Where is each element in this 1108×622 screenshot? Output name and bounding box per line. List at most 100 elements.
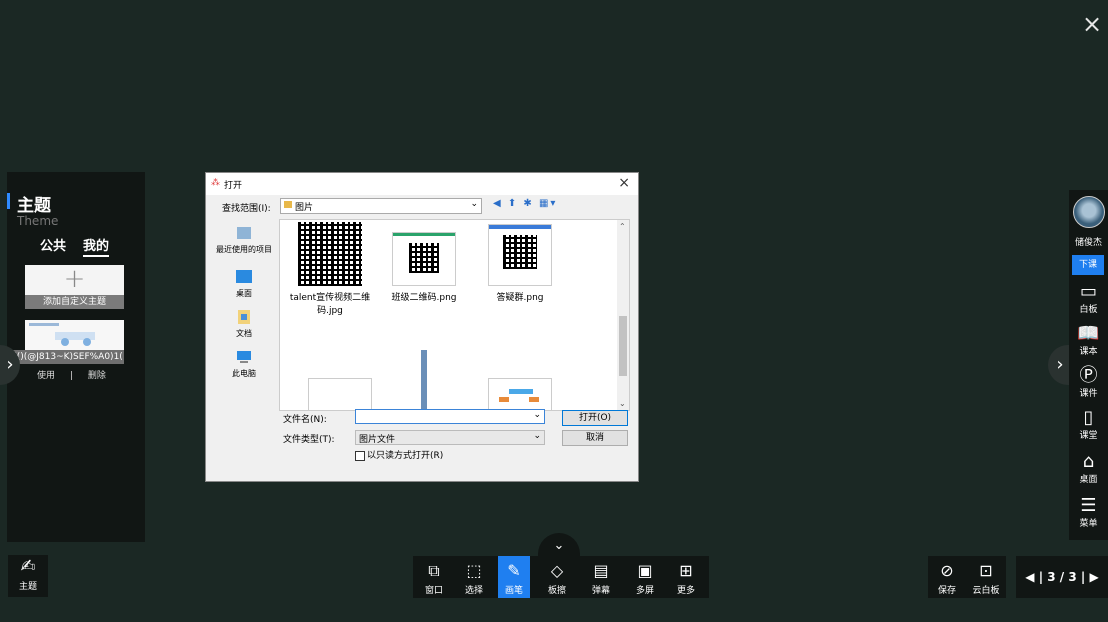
eraser-icon: ◇ (550, 561, 564, 580)
place-documents-label: 文档 (236, 329, 252, 338)
file-item[interactable] (292, 378, 388, 410)
file-item[interactable]: talent宣传视频二维码.jpg (282, 222, 378, 316)
look-in-value: 图片 (295, 203, 314, 213)
select-button[interactable]: ⬚ 选择 (458, 556, 490, 598)
theme-button[interactable]: ✍ 主题 (8, 555, 48, 597)
save-button[interactable]: ⊘ 保存 (931, 556, 963, 598)
action-separator: | (69, 371, 73, 381)
theme-name: {()(@J813~K)SEF%A0)1( (11, 350, 124, 364)
file-list-scrollbar[interactable]: ⌃ ⌄ (617, 220, 629, 410)
file-type-value: 图片文件 (359, 435, 396, 445)
look-in-label: 查找范围(I): (222, 204, 271, 214)
dialog-nav-tools[interactable]: ◀ ⬆ ✱ ▦▾ (493, 198, 557, 209)
whiteboard-icon: ▭ (1079, 281, 1097, 302)
delete-button[interactable]: 删除 (88, 371, 106, 381)
avatar[interactable] (1073, 196, 1105, 228)
dialog-close-icon[interactable]: × (618, 175, 630, 191)
file-item[interactable]: 答疑群.png (472, 224, 568, 303)
home-icon: ⌂ (1082, 451, 1095, 472)
folder-icon (284, 201, 292, 208)
right-sidebar: 储俊杰 下课 ▭ 白板 📖 课本 Ⓟ 课件 ▯ 课堂 ⌂ 桌面 ☰ 菜单 (1069, 190, 1108, 540)
checkbox-box[interactable] (355, 450, 365, 461)
chevron-down-icon[interactable]: ⌄ (533, 410, 541, 420)
textbook-button[interactable]: 📖 课本 (1069, 324, 1108, 358)
eraser-button[interactable]: ◇ 板擦 (541, 556, 573, 598)
scroll-thumb[interactable] (619, 316, 627, 376)
file-name: talent宣传视频二维码.jpg (289, 293, 371, 316)
use-button[interactable]: 使用 (37, 371, 55, 381)
collapse-toolbar-button[interactable]: ⌄ (538, 533, 580, 557)
tab-mine[interactable]: 我的 (83, 235, 110, 257)
documents-icon (238, 310, 250, 324)
window-button[interactable]: ⧉ 窗口 (418, 556, 450, 598)
save-toolbar: ⊘ 保存 ⊡ 云白板 (928, 556, 1006, 598)
place-documents[interactable]: 文档 (210, 309, 278, 339)
pen-button[interactable]: ✎ 画笔 (498, 556, 530, 598)
page-divider: | (1038, 570, 1044, 584)
plus-icon: + (63, 264, 86, 294)
file-type-select[interactable]: 图片文件 ⌄ (355, 430, 545, 445)
end-class-button[interactable]: 下课 (1072, 255, 1104, 275)
bullet-comment-button[interactable]: ▤ 弹幕 (585, 556, 617, 598)
place-this-pc[interactable]: 此电脑 (210, 349, 278, 379)
place-recent-label: 最近使用的项目 (216, 245, 272, 254)
readonly-label: 以只读方式打开(R) (367, 451, 444, 461)
close-icon[interactable]: × (1078, 10, 1106, 38)
file-item[interactable] (376, 350, 472, 410)
save-label: 保存 (937, 586, 956, 596)
more-button[interactable]: ⊞ 更多 (670, 556, 702, 598)
place-desktop-label: 桌面 (236, 289, 252, 298)
places-bar: 最近使用的项目 桌面 文档 此电脑 (210, 219, 278, 409)
whiteboard-button[interactable]: ▭ 白板 (1069, 281, 1108, 316)
window-icon: ⧉ (428, 561, 440, 580)
select-icon: ⬚ (466, 561, 482, 580)
place-desktop[interactable]: 桌面 (210, 269, 278, 299)
file-item[interactable] (472, 378, 568, 410)
open-file-dialog: ⁂ 打开 × 查找范围(I): 图片 ⌄ ◀ ⬆ ✱ ▦▾ 最近使用的项目 桌面… (205, 172, 639, 482)
readonly-checkbox[interactable]: 以只读方式打开(R) (355, 448, 443, 461)
theme-thumbnail (29, 323, 95, 346)
file-name-input[interactable]: ⌄ (355, 409, 545, 424)
select-label: 选择 (464, 586, 483, 596)
theme-card[interactable]: {()(@J813~K)SEF%A0)1( (11, 320, 124, 364)
menu-button[interactable]: ☰ 菜单 (1069, 496, 1108, 530)
bullet-comment-label: 弹幕 (591, 586, 610, 596)
courseware-button[interactable]: Ⓟ 课件 (1069, 365, 1108, 400)
more-label: 更多 (676, 586, 695, 596)
cancel-button[interactable]: 取消 (562, 430, 628, 446)
scroll-down-icon[interactable]: ⌄ (619, 399, 626, 408)
textbook-label: 课本 (1079, 347, 1098, 357)
file-item[interactable]: 班级二维码.png (376, 232, 472, 303)
file-list[interactable]: talent宣传视频二维码.jpg 班级二维码.png 答疑群.png ⌃ ⌄ (279, 219, 630, 411)
theme-actions: 使用 | 删除 (37, 368, 118, 381)
theme-title: 主题 (17, 196, 51, 216)
classroom-button[interactable]: ▯ 课堂 (1069, 408, 1108, 442)
add-custom-theme-button[interactable]: + 添加自定义主题 (25, 265, 124, 309)
chevron-down-icon: ⌄ (533, 431, 541, 441)
desktop-button[interactable]: ⌂ 桌面 (1069, 451, 1108, 486)
prev-page-icon[interactable]: ◀ (1025, 570, 1034, 584)
cloud-board-label: 云白板 (972, 586, 1000, 596)
look-in-select[interactable]: 图片 ⌄ (280, 198, 482, 214)
multi-screen-button[interactable]: ▣ 多屏 (629, 556, 661, 598)
file-thumbnail (392, 232, 456, 286)
tab-public[interactable]: 公共 (40, 235, 66, 254)
file-thumbnail (308, 378, 372, 410)
classroom-label: 课堂 (1079, 431, 1098, 441)
file-type-label: 文件类型(T): (283, 435, 335, 445)
cloud-board-icon: ⊡ (979, 561, 993, 580)
page-divider: | (1080, 570, 1086, 584)
theme-panel: 主题 Theme 公共 我的 + 添加自定义主题 {()(@J813~K)SEF… (7, 172, 145, 542)
place-this-pc-label: 此电脑 (232, 369, 256, 378)
scroll-up-icon[interactable]: ⌃ (619, 222, 626, 231)
cloud-board-button[interactable]: ⊡ 云白板 (968, 556, 1004, 598)
courseware-icon: Ⓟ (1079, 365, 1098, 386)
dialog-title: 打开 (224, 181, 243, 191)
file-name: 班级二维码.png (391, 293, 457, 303)
bullet-comment-icon: ▤ (593, 561, 609, 580)
window-label: 窗口 (424, 586, 443, 596)
next-page-icon[interactable]: ▶ (1089, 570, 1098, 584)
place-recent[interactable]: 最近使用的项目 (210, 225, 278, 255)
open-button[interactable]: 打开(O) (562, 410, 628, 426)
add-theme-label: 添加自定义主题 (25, 295, 124, 309)
